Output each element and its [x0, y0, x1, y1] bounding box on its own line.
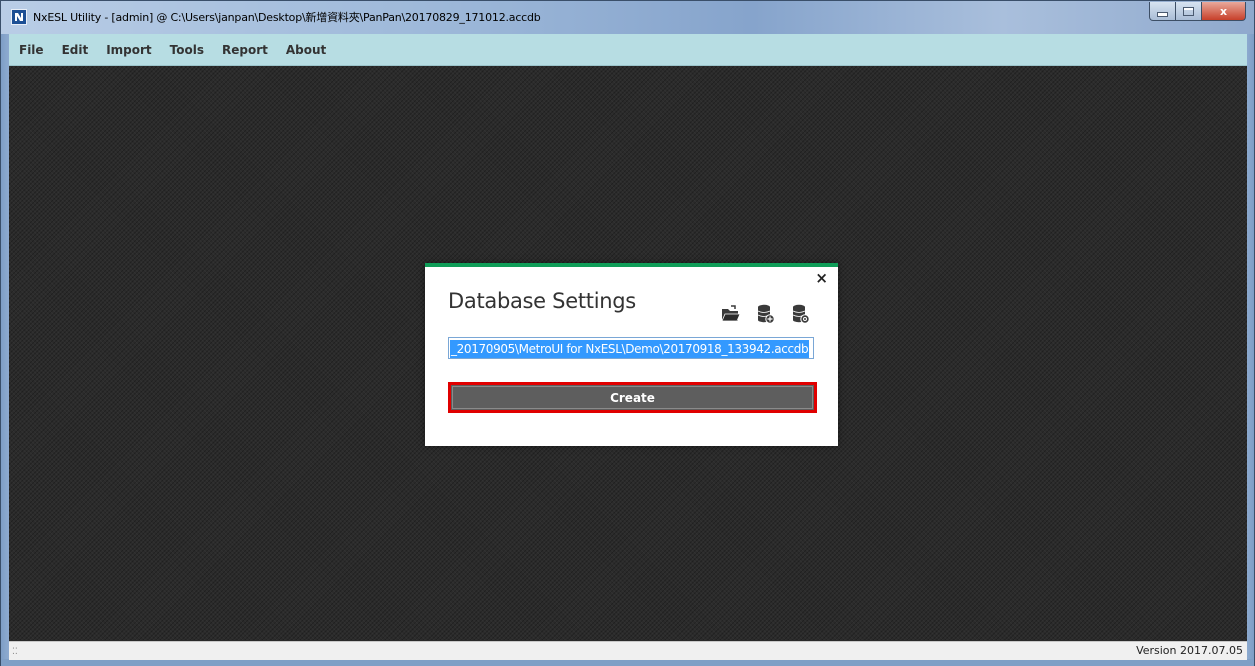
- close-icon: x: [1219, 4, 1228, 18]
- app-icon[interactable]: [11, 9, 27, 25]
- window-frame-bottom: [1, 659, 1254, 666]
- maximize-icon: [1183, 6, 1194, 16]
- window-title: NxESL Utility - [admin] @ C:\Users\janpa…: [33, 11, 541, 24]
- database-settings-icon[interactable]: [790, 303, 812, 325]
- menu-file[interactable]: File: [11, 43, 52, 57]
- menu-import[interactable]: Import: [98, 43, 159, 57]
- title-bar[interactable]: NxESL Utility - [admin] @ C:\Users\janpa…: [1, 1, 1254, 34]
- window-frame-right: [1246, 34, 1254, 659]
- dialog-close-button[interactable]: ×: [815, 271, 828, 286]
- version-label: Version 2017.07.05: [1136, 644, 1243, 657]
- status-bar: ⁚⁚ Version 2017.07.05: [9, 641, 1247, 660]
- close-window-button[interactable]: x: [1202, 2, 1246, 21]
- maximize-button[interactable]: [1176, 2, 1202, 21]
- menu-bar: File Edit Import Tools Report About: [9, 34, 1247, 66]
- window-frame-left: [1, 34, 9, 659]
- dialog-title: Database Settings: [448, 289, 636, 313]
- resize-grip[interactable]: ⁚⁚: [12, 647, 18, 657]
- database-settings-dialog: × Database Settings _20170905\MetroUI fo…: [425, 263, 838, 446]
- menu-about[interactable]: About: [278, 43, 334, 57]
- open-folder-icon[interactable]: [720, 303, 742, 325]
- database-path-value: _20170905\MetroUI for NxESL\Demo\2017091…: [450, 340, 810, 358]
- menu-edit[interactable]: Edit: [54, 43, 97, 57]
- window-controls: x: [1149, 2, 1246, 22]
- client-area: File Edit Import Tools Report About ⁚⁚ V…: [9, 34, 1247, 660]
- database-path-input[interactable]: _20170905\MetroUI for NxESL\Demo\2017091…: [448, 337, 814, 359]
- database-add-icon[interactable]: [755, 303, 777, 325]
- create-button[interactable]: Create: [448, 382, 817, 413]
- minimize-icon: [1157, 11, 1168, 17]
- menu-report[interactable]: Report: [214, 43, 276, 57]
- minimize-button[interactable]: [1149, 2, 1176, 21]
- app-window: NxESL Utility - [admin] @ C:\Users\janpa…: [0, 0, 1255, 666]
- dialog-toolbar: [720, 303, 812, 325]
- create-button-label: Create: [610, 390, 655, 405]
- menu-tools[interactable]: Tools: [162, 43, 212, 57]
